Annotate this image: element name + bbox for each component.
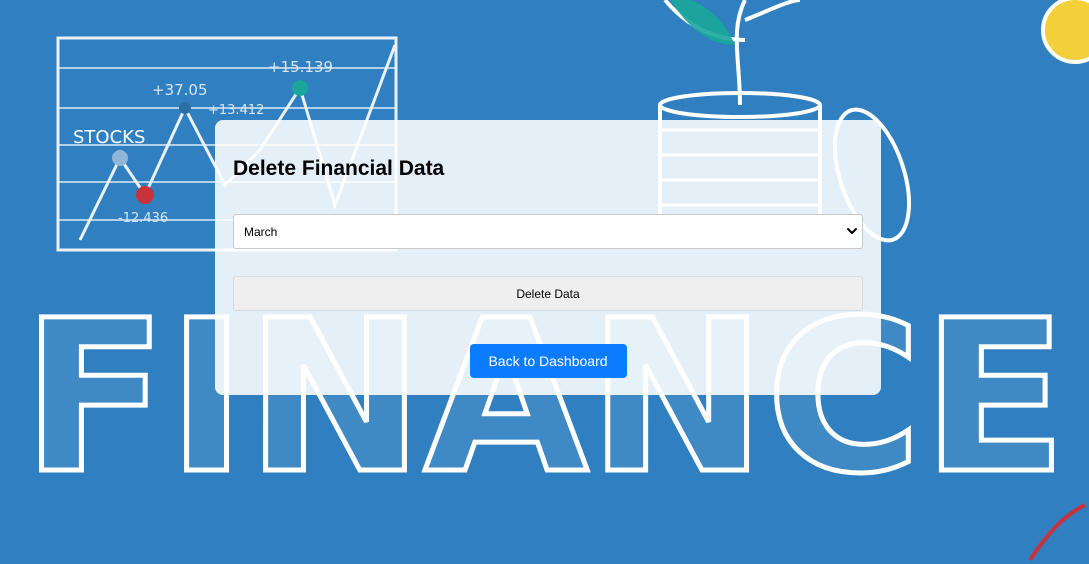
month-select[interactable]: March: [233, 214, 863, 249]
stock-annotation-4: +13.412: [208, 103, 264, 118]
stock-annotation-1: +37.05: [152, 81, 208, 99]
stocks-label: STOCKS: [73, 127, 145, 148]
month-select-wrapper: March: [233, 214, 863, 249]
delete-data-button[interactable]: Delete Data: [233, 276, 863, 311]
delete-data-card: Delete Financial Data March Delete Data …: [215, 120, 881, 395]
stock-annotation-3: -12.436: [118, 211, 168, 226]
back-to-dashboard-button[interactable]: Back to Dashboard: [469, 344, 627, 378]
stock-annotation-2: +15.139: [268, 58, 333, 76]
page-title: Delete Financial Data: [233, 157, 445, 180]
